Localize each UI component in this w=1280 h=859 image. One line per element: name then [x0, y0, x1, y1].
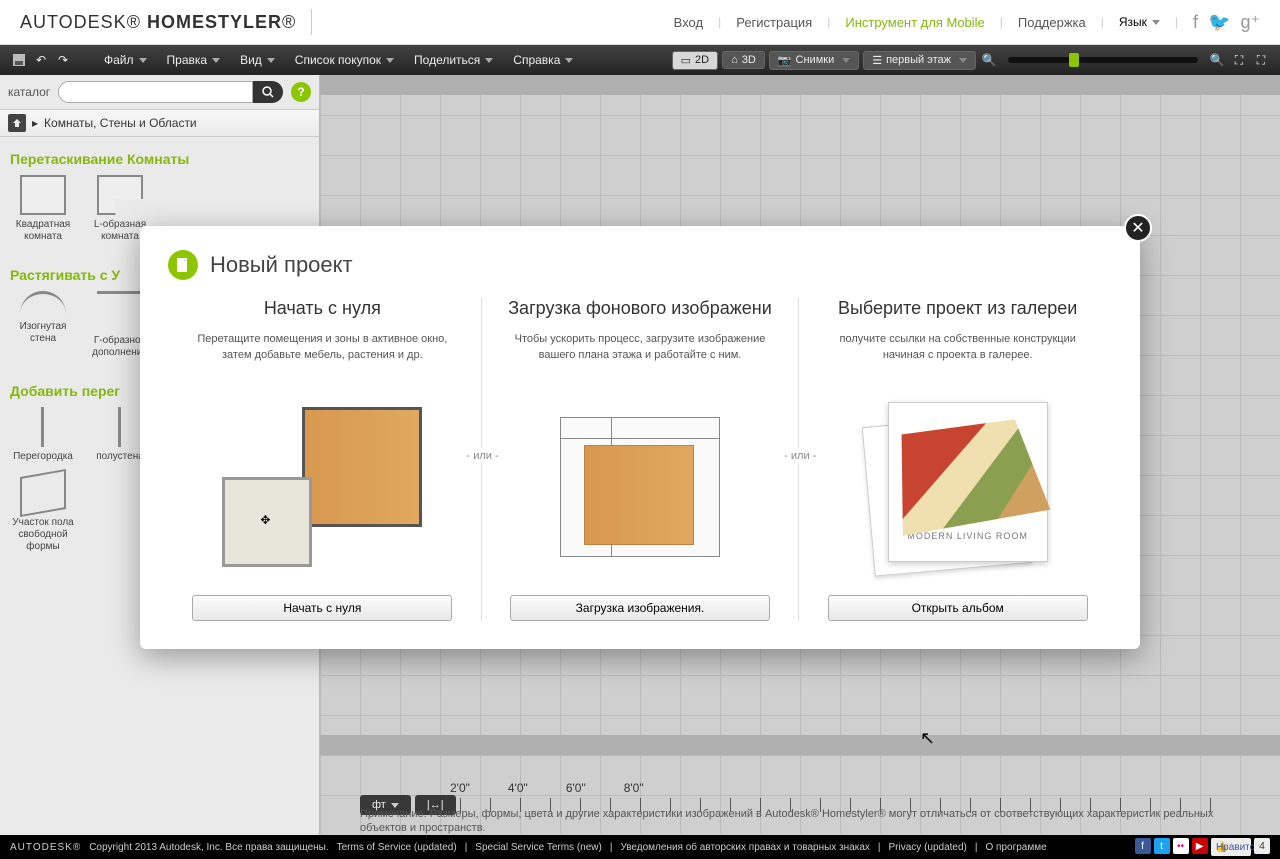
col2-desc: Чтобы ускорить процесс, загрузите изобра… [496, 331, 785, 379]
modal-col-gallery: Выберите проект из галереи получите ссыл… [803, 298, 1112, 621]
close-icon[interactable]: ✕ [1124, 214, 1152, 242]
modal-header: Новый проект [168, 250, 1112, 280]
col3-illustration: MODERN LIVING ROOM [868, 397, 1048, 577]
start-scratch-button[interactable]: Начать с нуля [192, 595, 452, 621]
open-album-button[interactable]: Открыть альбом [828, 595, 1088, 621]
upload-image-button[interactable]: Загрузка изображения. [510, 595, 770, 621]
new-project-icon [168, 250, 198, 280]
modal-col-upload: Загрузка фонового изображени Чтобы ускор… [486, 298, 795, 621]
col1-title: Начать с нуля [264, 298, 381, 319]
col2-title: Загрузка фонового изображени [508, 298, 772, 319]
col1-desc: Перетащите помещения и зоны в активное о… [178, 331, 467, 379]
gallery-caption: MODERN LIVING ROOM [907, 531, 1028, 541]
new-project-modal: ✕ Новый проект Начать с нуля Перетащите … [140, 226, 1140, 649]
col3-title: Выберите проект из галереи [838, 298, 1077, 319]
col3-desc: получите ссылки на собственные конструкц… [813, 331, 1102, 379]
modal-overlay: ✕ Новый проект Начать с нуля Перетащите … [0, 0, 1280, 859]
col1-illustration: ✥ [222, 397, 422, 577]
modal-columns: Начать с нуля Перетащите помещения и зон… [168, 298, 1112, 621]
modal-title: Новый проект [210, 252, 353, 278]
modal-col-scratch: Начать с нуля Перетащите помещения и зон… [168, 298, 477, 621]
col2-illustration [560, 397, 720, 577]
